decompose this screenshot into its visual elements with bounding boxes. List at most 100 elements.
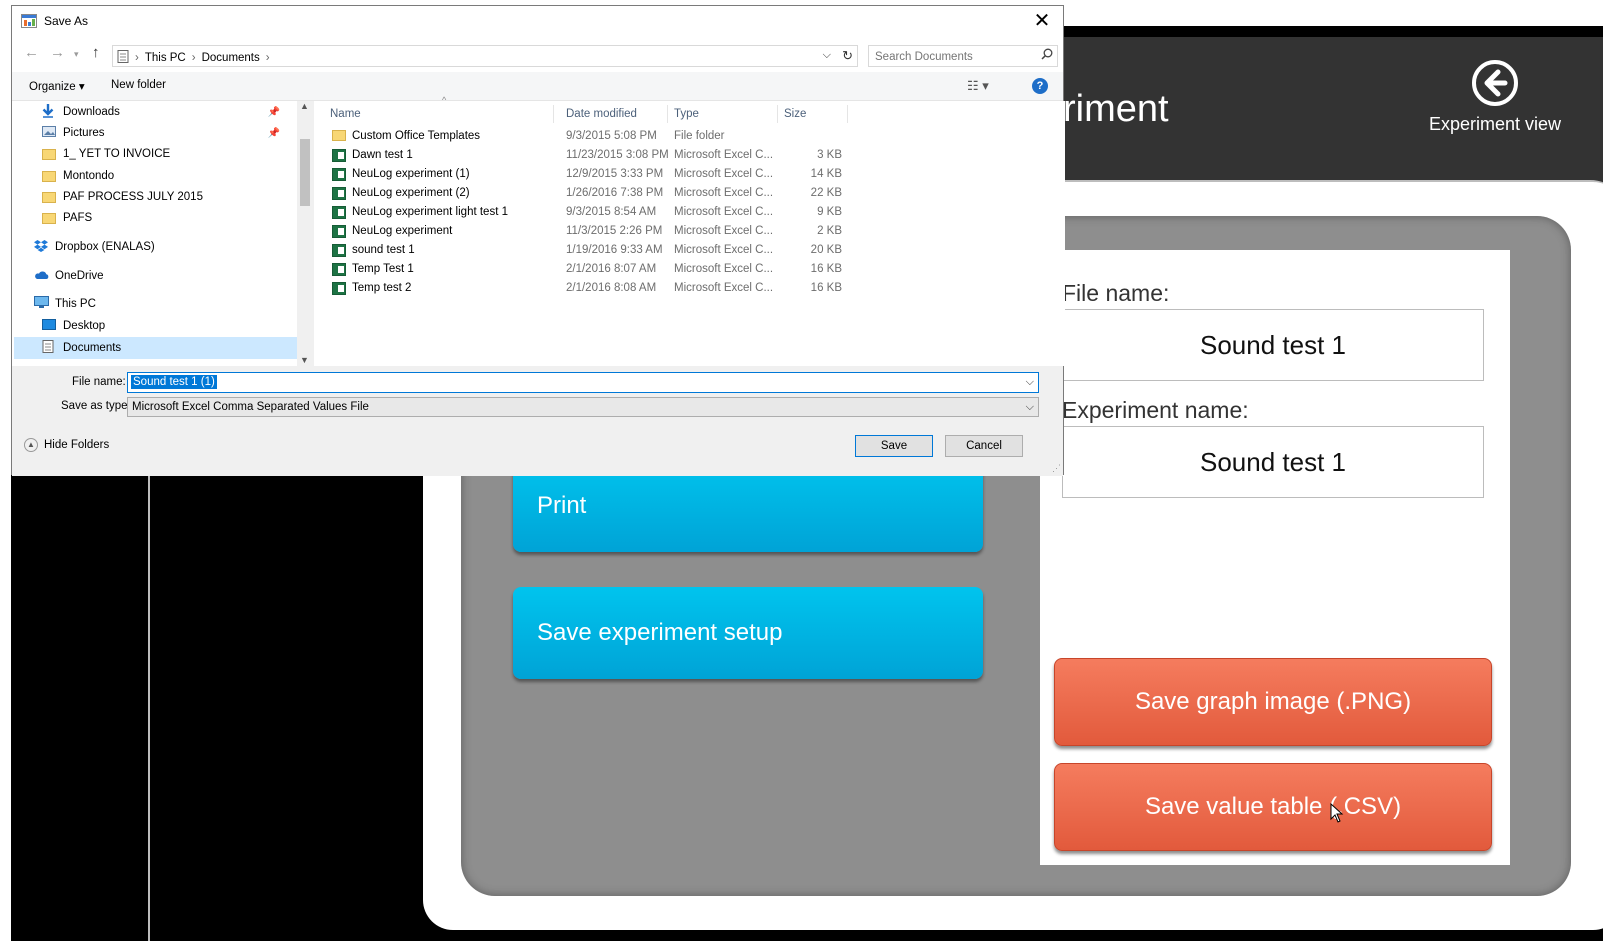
folder-icon [42,212,56,224]
excel-icon [332,263,346,276]
file-date: 1/19/2016 9:33 AM [566,244,663,256]
save-graph-image-button[interactable]: Save graph image (.PNG) [1054,658,1492,746]
dropbox-icon [34,239,48,255]
tree-item-this-pc[interactable]: This PC [34,294,96,314]
file-name-field[interactable]: Sound test 1 [1062,309,1484,381]
breadcrumb-documents[interactable]: Documents [202,52,260,64]
file-size: 2 KB [817,225,842,237]
chevron-down-icon[interactable]: ⌵ [1026,376,1034,389]
file-row[interactable]: NeuLog experiment (1) 12/9/2015 3:33 PM … [332,165,852,184]
hide-folders-button[interactable]: ▲ Hide Folders [24,438,109,452]
save-button[interactable]: Save [855,435,933,457]
file-row[interactable]: NeuLog experiment (2) 1/26/2016 7:38 PM … [332,184,852,203]
page-title: riment [1063,88,1169,130]
breadcrumb-separator-icon: › [135,52,139,64]
pin-icon[interactable]: 📌 [268,128,280,139]
file-name-input[interactable]: Sound test 1 (1) ⌵ [127,372,1039,393]
new-folder-button[interactable]: New folder [111,79,166,91]
file-size: 3 KB [817,149,842,161]
column-header-date-modified[interactable]: Date modified [560,105,668,123]
scroll-down-icon[interactable]: ▼ [300,355,309,365]
column-header-type[interactable]: Type [668,105,778,123]
recent-locations-icon[interactable]: ▾ [74,49,79,60]
file-date: 9/3/2015 5:08 PM [566,130,657,142]
save-as-type-select[interactable]: Microsoft Excel Comma Separated Values F… [127,397,1039,417]
file-row[interactable]: Dawn test 1 11/23/2015 3:08 PM Microsoft… [332,146,852,165]
file-type: Microsoft Excel C... [674,263,774,275]
file-row[interactable]: Temp Test 1 2/1/2016 8:07 AM Microsoft E… [332,260,852,279]
file-date: 1/26/2016 7:38 PM [566,187,664,199]
tree-item-label: Desktop [63,320,106,332]
pictures-icon [42,126,56,140]
save-experiment-setup-button[interactable]: Save experiment setup [513,587,983,679]
excel-icon [332,244,346,257]
tree-item-label: Montondo [63,170,115,182]
file-name: Dawn test 1 [352,149,413,161]
column-header-size[interactable]: Size [778,105,848,123]
file-name: Temp test 2 [352,282,412,294]
excel-icon [332,282,346,295]
file-row[interactable]: Custom Office Templates 9/3/2015 5:08 PM… [332,127,852,146]
back-icon[interactable]: ← [24,44,39,61]
up-folder-icon[interactable]: ↑ [92,44,100,61]
file-name: Temp Test 1 [352,263,414,275]
file-type: Microsoft Excel C... [674,187,774,199]
file-name: NeuLog experiment (2) [352,187,470,199]
tree-item-pafs[interactable]: PAFS [42,208,92,228]
help-icon[interactable]: ? [1032,78,1048,94]
back-arrow-icon [1471,59,1519,107]
experiment-view-button[interactable]: Experiment view [1420,55,1570,165]
tree-item-pictures[interactable]: Pictures 📌 [42,123,302,143]
file-size: 16 KB [810,263,842,275]
tree-item-label: This PC [55,298,96,310]
search-input[interactable] [875,49,1030,64]
file-name: NeuLog experiment light test 1 [352,206,508,218]
breadcrumb-separator-icon[interactable]: › [266,52,270,64]
change-view-icon[interactable]: ☷ ▾ [967,78,989,94]
tree-item-montondo[interactable]: Montondo [42,166,114,186]
tree-item-desktop[interactable]: Desktop [42,316,105,336]
tree-item-downloads[interactable]: Downloads 📌 [42,102,302,122]
scrollbar-thumb[interactable] [300,139,310,206]
breadcrumb-this-pc[interactable]: This PC [145,52,186,64]
tree-item-paf-process[interactable]: PAF PROCESS JULY 2015 [42,187,203,207]
tree-item-label: Dropbox (ENALAS) [55,241,155,253]
tree-item-yet-to-invoice[interactable]: 1_ YET TO INVOICE [42,144,170,164]
tree-item-dropbox[interactable]: Dropbox (ENALAS) [34,237,155,257]
desktop-icon [42,319,56,333]
resize-grip-icon[interactable]: ⋰ [1052,463,1061,474]
experiment-name-field[interactable]: Sound test 1 [1062,426,1484,498]
tree-item-documents[interactable]: Documents [42,338,121,358]
pin-icon[interactable]: 📌 [268,107,280,118]
scroll-up-icon[interactable]: ▲ [300,101,309,111]
download-arrow-icon [42,103,56,121]
search-box[interactable] [868,45,1058,67]
address-dropdown-icon[interactable]: ⌵ [823,49,831,62]
file-row[interactable]: NeuLog experiment light test 1 9/3/2015 … [332,203,852,222]
sort-ascending-icon: ^ [442,95,447,105]
file-date: 2/1/2016 8:08 AM [566,282,657,294]
mouse-cursor-icon [1330,802,1344,828]
organize-button[interactable]: Organize ▾ [29,79,85,93]
forward-icon[interactable]: → [50,44,65,61]
chevron-up-icon: ▲ [24,438,38,452]
navigation-scrollbar[interactable]: ▲ ▼ [297,101,312,366]
column-header-name[interactable]: Name [324,105,554,123]
file-row[interactable]: NeuLog experiment 11/3/2015 2:26 PM Micr… [332,222,852,241]
tree-item-onedrive[interactable]: OneDrive [34,266,104,286]
file-type: Microsoft Excel C... [674,206,774,218]
file-date: 12/9/2015 3:33 PM [566,168,664,180]
cancel-button[interactable]: Cancel [945,435,1023,457]
save-value-table-button[interactable]: Save value table (.CSV) [1054,763,1492,851]
file-size: 14 KB [810,168,842,180]
file-row[interactable]: sound test 1 1/19/2016 9:33 AM Microsoft… [332,241,852,260]
save-as-type-value: Microsoft Excel Comma Separated Values F… [132,401,369,413]
refresh-icon[interactable]: ↻ [842,48,853,64]
file-type: Microsoft Excel C... [674,149,774,161]
address-bar[interactable]: › This PC › Documents › ⌵ ↻ [112,45,858,67]
breadcrumb-separator-icon: › [191,52,196,64]
file-row[interactable]: Temp test 2 2/1/2016 8:08 AM Microsoft E… [332,279,852,298]
close-icon[interactable]: ✕ [1027,8,1057,34]
file-type: File folder [674,130,725,142]
chevron-down-icon[interactable]: ⌵ [1026,401,1034,414]
